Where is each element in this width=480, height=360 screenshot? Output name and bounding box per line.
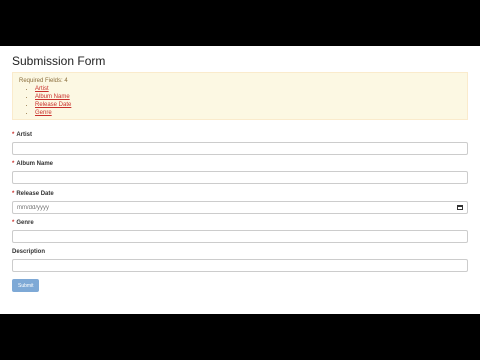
genre-input[interactable]	[12, 230, 468, 243]
link-genre[interactable]: Genre	[35, 110, 52, 116]
release-date-label: * Release Date	[12, 191, 54, 197]
page-title: Submission Form	[12, 54, 106, 68]
link-artist[interactable]: Artist	[35, 86, 49, 92]
release-date-wrapper	[12, 201, 468, 214]
list-item: Genre	[35, 109, 71, 117]
description-label: Description	[12, 249, 46, 255]
link-album-name[interactable]: Album Name	[35, 94, 70, 100]
list-item: Album Name	[35, 93, 71, 101]
page: Submission Form Required Fields: 4 Artis…	[0, 46, 480, 314]
release-date-field-group: * Release Date	[12, 191, 468, 214]
artist-label: * Artist	[12, 132, 33, 138]
artist-input[interactable]	[12, 142, 468, 155]
release-date-input[interactable]	[12, 201, 468, 214]
genre-label: * Genre	[12, 220, 34, 226]
album-name-input[interactable]	[12, 171, 468, 184]
list-item: Artist	[35, 85, 71, 93]
required-marker: *	[12, 191, 15, 197]
required-fields-list: Artist Album Name Release Date Genre	[13, 85, 71, 117]
artist-field-group: * Artist	[12, 132, 468, 155]
description-field-group: Description	[12, 249, 468, 272]
calendar-icon[interactable]	[457, 205, 463, 210]
album-name-field-group: * Album Name	[12, 161, 468, 184]
link-release-date[interactable]: Release Date	[35, 102, 71, 108]
album-name-label: * Album Name	[12, 161, 54, 167]
description-input[interactable]	[12, 259, 468, 272]
required-fields-alert: Required Fields: 4 Artist Album Name Rel…	[12, 72, 468, 120]
required-marker: *	[12, 132, 15, 138]
required-marker: *	[12, 220, 15, 226]
submit-button[interactable]: Submit	[12, 279, 39, 292]
required-marker: *	[12, 161, 15, 167]
required-fields-count: Required Fields: 4	[19, 78, 68, 84]
genre-field-group: * Genre	[12, 220, 468, 243]
list-item: Release Date	[35, 101, 71, 109]
